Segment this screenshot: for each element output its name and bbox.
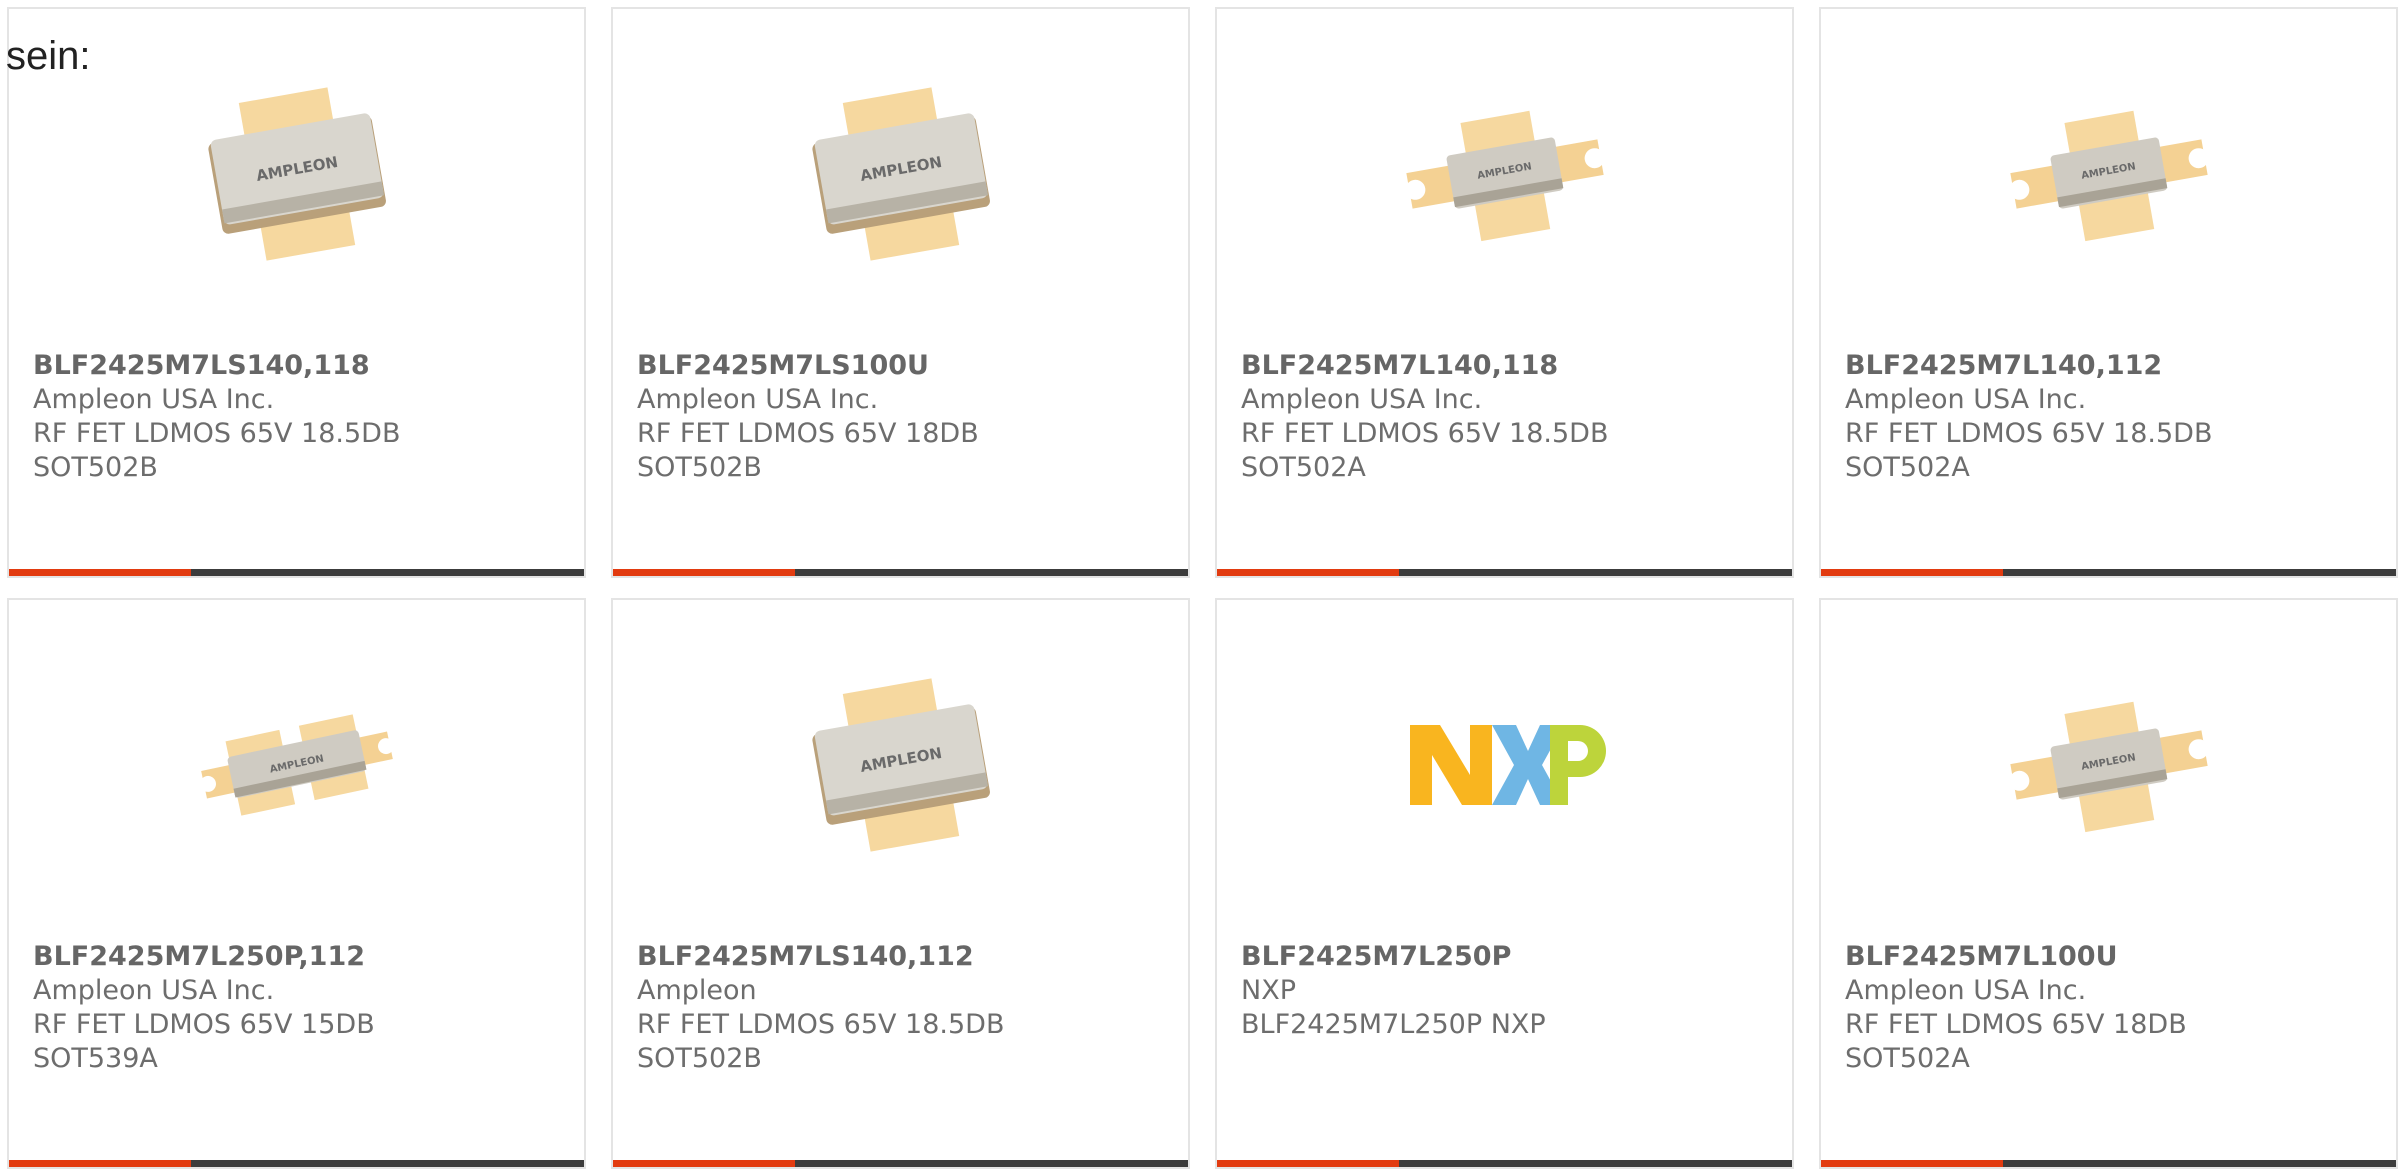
manufacturer: NXP xyxy=(1241,975,1296,1006)
product-image[interactable]: AMPLEON xyxy=(1217,69,1792,279)
intro-text: sein: xyxy=(6,34,91,78)
card-bar-accent xyxy=(1821,569,2003,576)
product-card[interactable]: AMPLEON BLF2425M7L140,118 Ampleon USA In… xyxy=(1215,7,1794,578)
product-image[interactable]: AMPLEON xyxy=(9,69,584,279)
nxp-logo-icon xyxy=(1409,725,1606,805)
product-image[interactable]: AMPLEON xyxy=(613,69,1188,279)
description: RF FET LDMOS 65V 18DB xyxy=(1845,1009,2187,1040)
package: SOT502A xyxy=(1845,1043,1970,1074)
product-card[interactable]: AMPLEON BLF2425M7L140,112 Ampleon USA In… xyxy=(1819,7,2398,578)
part-number: BLF2425M7L100U xyxy=(1845,941,2118,972)
manufacturer: Ampleon xyxy=(637,975,757,1006)
product-grid: AMPLEON BLF2425M7LS140,118 Ampleon USA I… xyxy=(7,7,2398,1169)
part-number: BLF2425M7L140,118 xyxy=(1241,350,1559,381)
card-bar xyxy=(9,569,584,576)
card-bar-accent xyxy=(9,1160,191,1167)
package: SOT539A xyxy=(33,1043,158,1074)
manufacturer: Ampleon USA Inc. xyxy=(1845,384,2087,415)
transistor-package-icon: AMPLEON xyxy=(2008,701,2209,833)
card-bar xyxy=(9,1160,584,1167)
part-number: BLF2425M7L250P,112 xyxy=(33,941,366,972)
transistor-package-icon: AMPLEON xyxy=(207,87,386,261)
part-number: BLF2425M7L140,112 xyxy=(1845,350,2163,381)
card-bar-accent xyxy=(1217,569,1399,576)
product-card[interactable]: AMPLEON BLF2425M7L100U Ampleon USA Inc. … xyxy=(1819,598,2398,1169)
product-card[interactable]: AMPLEON BLF2425M7LS140,112 Ampleon RF FE… xyxy=(611,598,1190,1169)
card-bar-accent xyxy=(1821,1160,2003,1167)
description: RF FET LDMOS 65V 18.5DB xyxy=(1241,418,1609,449)
description: BLF2425M7L250P NXP xyxy=(1241,1009,1546,1040)
transistor-package-icon: AMPLEON xyxy=(199,714,394,816)
transistor-package-icon: AMPLEON xyxy=(2008,110,2209,242)
manufacturer: Ampleon USA Inc. xyxy=(1845,975,2087,1006)
product-card[interactable]: AMPLEON BLF2425M7LS140,118 Ampleon USA I… xyxy=(7,7,586,578)
product-image[interactable] xyxy=(1217,660,1792,870)
product-card[interactable]: BLF2425M7L250P NXP BLF2425M7L250P NXP xyxy=(1215,598,1794,1169)
description: RF FET LDMOS 65V 18.5DB xyxy=(33,418,401,449)
product-card[interactable]: AMPLEON BLF2425M7L250P,112 Ampleon USA I… xyxy=(7,598,586,1169)
card-bar xyxy=(1217,569,1792,576)
part-number: BLF2425M7LS140,112 xyxy=(637,941,974,972)
package: SOT502B xyxy=(33,452,158,483)
card-bar xyxy=(613,1160,1188,1167)
description: RF FET LDMOS 65V 15DB xyxy=(33,1009,375,1040)
package: SOT502A xyxy=(1845,452,1970,483)
manufacturer: Ampleon USA Inc. xyxy=(637,384,879,415)
card-bar-accent xyxy=(613,569,795,576)
transistor-package-icon: AMPLEON xyxy=(811,678,990,852)
product-image[interactable]: AMPLEON xyxy=(613,660,1188,870)
card-bar-accent xyxy=(1217,1160,1399,1167)
transistor-package-icon: AMPLEON xyxy=(1404,110,1605,242)
part-number: BLF2425M7LS140,118 xyxy=(33,350,370,381)
card-bar-accent xyxy=(9,569,191,576)
manufacturer: Ampleon USA Inc. xyxy=(33,975,275,1006)
product-image[interactable]: AMPLEON xyxy=(9,660,584,870)
part-number: BLF2425M7LS100U xyxy=(637,350,929,381)
product-image[interactable]: AMPLEON xyxy=(1821,69,2396,279)
package: SOT502B xyxy=(637,452,762,483)
manufacturer: Ampleon USA Inc. xyxy=(33,384,275,415)
description: RF FET LDMOS 65V 18.5DB xyxy=(1845,418,2213,449)
description: RF FET LDMOS 65V 18DB xyxy=(637,418,979,449)
transistor-package-icon: AMPLEON xyxy=(811,87,990,261)
package: SOT502B xyxy=(637,1043,762,1074)
package: SOT502A xyxy=(1241,452,1366,483)
manufacturer: Ampleon USA Inc. xyxy=(1241,384,1483,415)
card-bar xyxy=(1217,1160,1792,1167)
part-number: BLF2425M7L250P xyxy=(1241,941,1512,972)
description: RF FET LDMOS 65V 18.5DB xyxy=(637,1009,1005,1040)
card-bar xyxy=(613,569,1188,576)
card-bar xyxy=(1821,569,2396,576)
product-card[interactable]: AMPLEON BLF2425M7LS100U Ampleon USA Inc.… xyxy=(611,7,1190,578)
card-bar-accent xyxy=(613,1160,795,1167)
card-bar xyxy=(1821,1160,2396,1167)
product-image[interactable]: AMPLEON xyxy=(1821,660,2396,870)
